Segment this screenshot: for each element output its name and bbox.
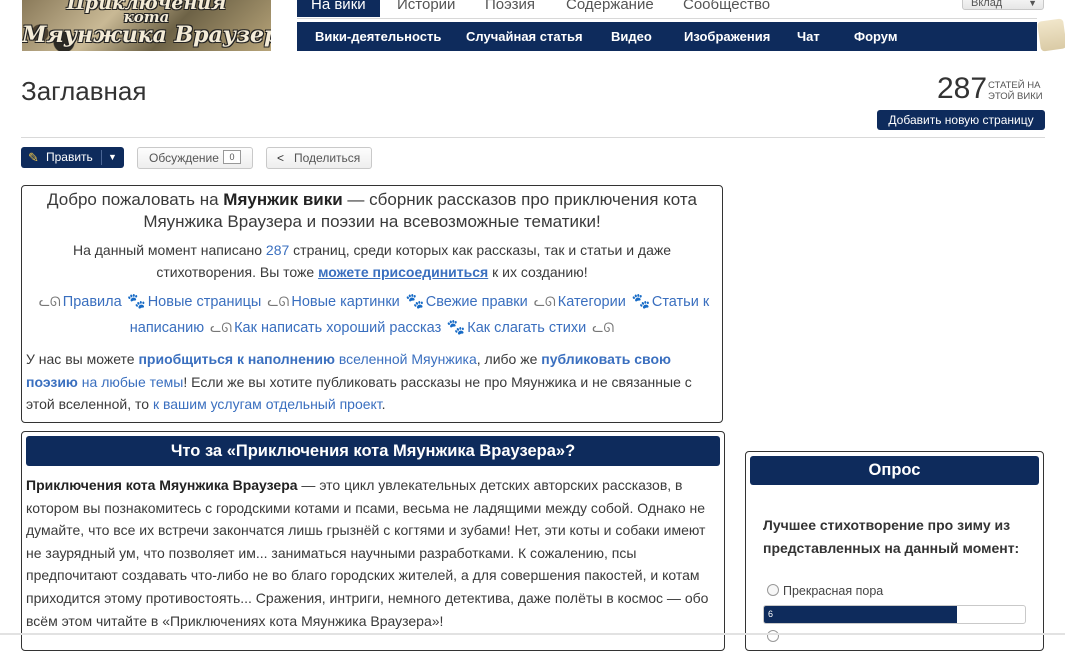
link-recent-changes[interactable]: Свежие правки — [426, 294, 528, 310]
welcome-heading-text: Добро пожаловать на — [47, 190, 224, 209]
subnav-images[interactable]: Изображения — [684, 22, 770, 51]
about-paragraph: Приключения кота Мяунжика Враузера — это… — [26, 474, 718, 632]
about-box: Что за «Приключения кота Мяунжика Враузе… — [21, 431, 725, 651]
welcome-heading: Добро пожаловать на Мяунжик вики — сборн… — [34, 189, 710, 211]
add-new-page-button[interactable]: Добавить новую страницу — [877, 110, 1045, 130]
join-link[interactable]: можете присоединиться — [318, 264, 488, 280]
link-contribute[interactable]: приобщиться к наполнению — [138, 351, 335, 367]
topnav-poetry[interactable]: Поэзия — [471, 0, 549, 17]
cat-icon: ᓚᘏ — [267, 294, 290, 309]
para-text: . — [381, 396, 386, 412]
edit-label: Править — [46, 150, 93, 164]
page-title: Заглавная — [21, 76, 147, 106]
top-navigation: На вики Истории Поэзия Содержание Сообще… — [297, 0, 1037, 19]
poll-widget: Опрос Лучшее стихотворение про зиму из п… — [745, 451, 1044, 651]
link-categories[interactable]: Категории — [558, 294, 626, 310]
cat-icon: ᓚᘏ — [533, 294, 556, 309]
paw-icon: 🐾 — [446, 319, 466, 336]
chevron-down-icon[interactable]: ▼ — [108, 147, 117, 168]
share-label: Поделиться — [294, 151, 361, 165]
scroll-icon — [1037, 18, 1065, 52]
article-count-label: СТАТЕЙ НА ЭТОЙ ВИКИ — [988, 80, 1043, 102]
discussion-button[interactable]: Обсуждение 0 — [137, 147, 253, 169]
radio-button[interactable] — [767, 584, 779, 596]
sub-navigation: Вики-деятельность Случайная статья Видео… — [297, 22, 1037, 51]
topnav-on-wiki[interactable]: На вики — [297, 0, 380, 17]
subnav-random-article[interactable]: Случайная статья — [466, 22, 583, 51]
share-button[interactable]: < Поделиться — [266, 147, 372, 169]
quick-links-row-1: ᓚᘏ Правила 🐾 Новые страницы ᓚᘏ Новые картин… — [28, 289, 718, 341]
discussion-label: Обсуждение — [149, 151, 219, 165]
logo-line-3: Мяунжика Враузера — [22, 22, 271, 48]
subnav-wiki-activity[interactable]: Вики-деятельность — [315, 22, 441, 51]
poll-option-label: Прекрасная пора — [783, 584, 884, 598]
welcome-box: Добро пожаловать на Мяунжик вики — сборн… — [21, 185, 723, 423]
edit-button[interactable]: ✎ Править ▼ — [21, 147, 124, 168]
stats-line-2: стихотворения. Вы тоже можете присоедини… — [34, 261, 710, 283]
paw-icon: 🐾 — [127, 293, 147, 310]
welcome-heading-text: — сборник рассказов про приключения кота — [342, 190, 697, 209]
link-write-story[interactable]: Как написать хороший рассказ — [234, 320, 441, 336]
link-new-images[interactable]: Новые картинки — [291, 294, 399, 310]
pencil-icon: ✎ — [28, 150, 39, 165]
welcome-heading-line2: Мяунжика Враузера и поэзии на всевозможн… — [143, 212, 601, 231]
para-text: , либо же — [476, 351, 542, 367]
topnav-contents[interactable]: Содержание — [552, 0, 668, 17]
about-title-bold: Приключения кота Мяунжика Враузера — [26, 477, 298, 493]
about-heading: Что за «Приключения кота Мяунжика Враузе… — [26, 436, 720, 466]
discussion-count-badge: 0 — [223, 150, 241, 164]
link-universe[interactable]: вселенной Мяунжика — [335, 351, 477, 367]
link-any-topics[interactable]: на любые темы — [78, 374, 184, 390]
stats-count-link[interactable]: 287 — [266, 242, 289, 258]
welcome-paragraph: У нас вы можете приобщиться к наполнению… — [26, 348, 716, 416]
contribute-label: Вклад — [971, 0, 1003, 9]
article-count: 287 — [937, 72, 988, 105]
para-text: У нас вы можете — [26, 351, 139, 367]
about-text: — это цикл увлекательных детских авторск… — [26, 477, 709, 629]
poll-result-bar: 6 — [763, 605, 1026, 624]
contribute-button[interactable]: Вклад ▼ — [962, 0, 1044, 10]
cat-icon: ᓚᘏ — [592, 320, 615, 335]
stats-text: На данный момент написано — [72, 242, 266, 258]
stats-text: страниц, среди которых как рассказы, так… — [289, 242, 672, 258]
cat-icon: ᓚᘏ — [38, 294, 61, 309]
paw-icon: 🐾 — [631, 293, 651, 310]
topnav-stories[interactable]: Истории — [383, 0, 469, 17]
link-rules[interactable]: Правила — [63, 294, 122, 310]
link-new-pages[interactable]: Новые страницы — [148, 294, 262, 310]
stats-line-1: На данный момент написано 287 страниц, с… — [34, 239, 710, 261]
poll-result-fill — [764, 606, 958, 623]
link-separate-project[interactable]: к вашим услугам отдельный проект — [153, 396, 382, 412]
poll-question: Лучшее стихотворение про зиму из предста… — [763, 517, 1020, 556]
chevron-down-icon: ▼ — [1028, 0, 1037, 8]
radio-button[interactable] — [767, 630, 779, 642]
cat-icon: ᓚᘏ — [210, 320, 233, 335]
topnav-community[interactable]: Сообщество — [669, 0, 784, 17]
subnav-forum[interactable]: Форум — [854, 22, 897, 51]
share-icon: < — [277, 151, 285, 165]
wiki-logo[interactable]: Приключения кота Мяунжика Враузера — [22, 0, 271, 51]
button-separator — [101, 150, 102, 165]
divider — [21, 137, 1045, 138]
wiki-name: Мяунжик вики — [223, 190, 343, 209]
paw-icon: 🐾 — [405, 293, 425, 310]
link-write-poems[interactable]: Как слагать стихи — [467, 320, 586, 336]
stats-text: стихотворения. Вы тоже — [156, 264, 319, 280]
subnav-video[interactable]: Видео — [611, 22, 652, 51]
poll-vote-count: 6 — [768, 609, 774, 619]
poll-option-1[interactable]: Прекрасная пора — [767, 584, 883, 598]
stats-text: к их созданию! — [488, 264, 588, 280]
subnav-chat[interactable]: Чат — [797, 22, 820, 51]
poll-heading: Опрос — [750, 456, 1039, 485]
